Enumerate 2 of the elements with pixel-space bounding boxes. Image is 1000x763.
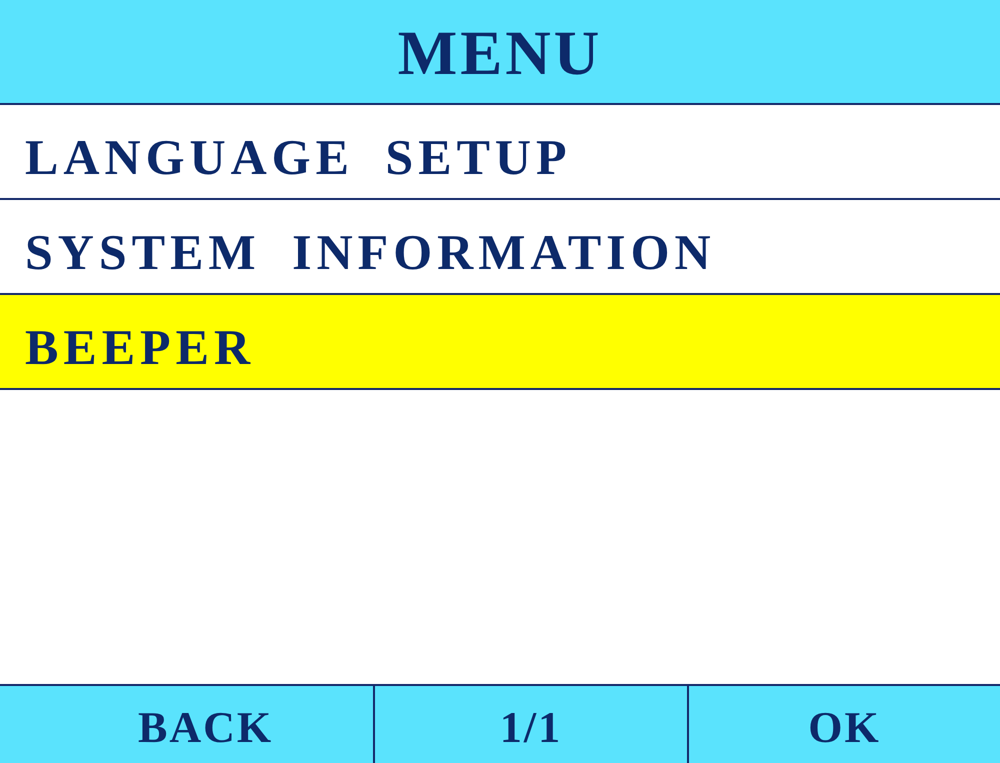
menu-title: MENU [398, 18, 602, 85]
menu-item[interactable]: BEEPER [0, 295, 1000, 390]
